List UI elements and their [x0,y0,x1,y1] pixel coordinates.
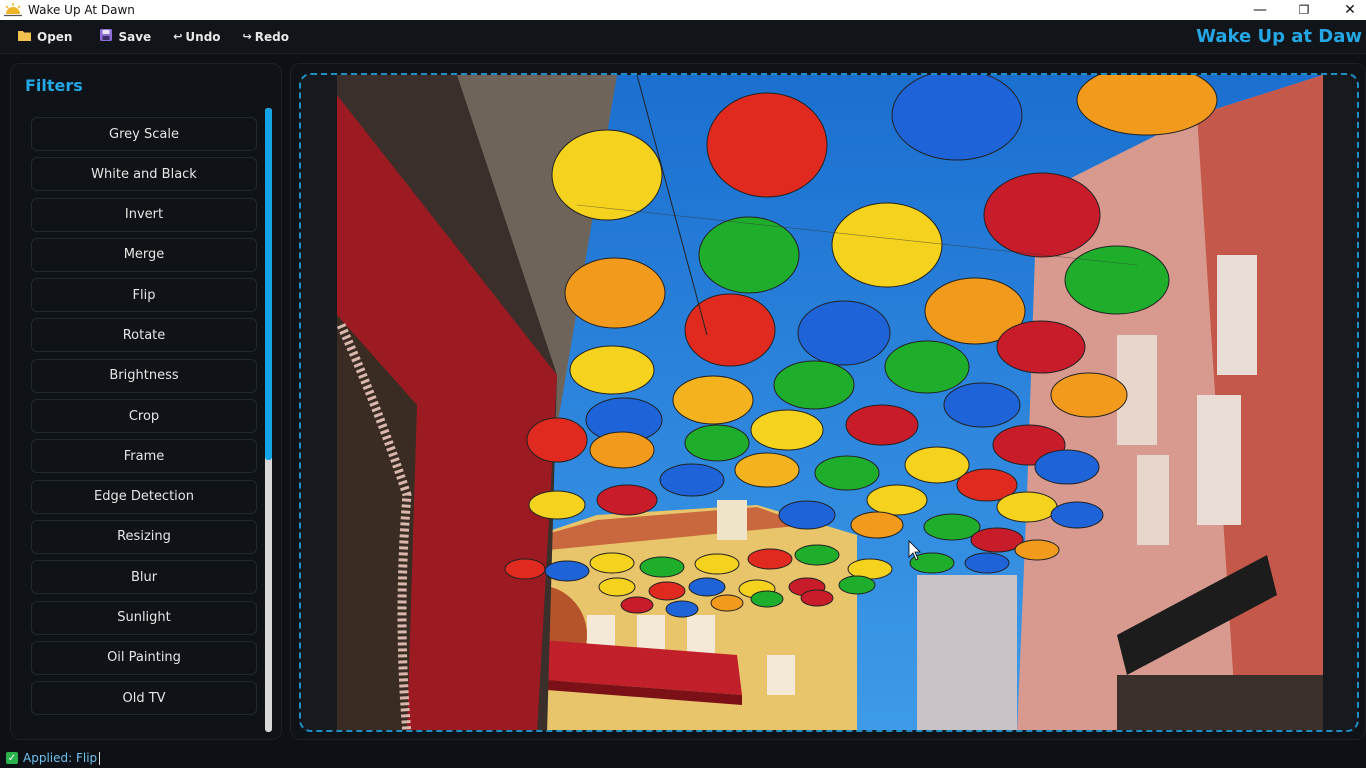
filter-crop-button[interactable]: Crop [31,399,257,434]
window-title: Wake Up At Dawn [28,3,135,17]
redo-label: Redo [254,29,289,44]
filter-merge-button[interactable]: Merge [31,237,257,272]
text-caret [99,751,101,765]
status-bar: ✓ Applied: Flip [0,748,1366,768]
title-bar: Wake Up At Dawn — ❐ ✕ [0,0,1366,20]
image-preview [337,75,1323,730]
filters-scrollbar[interactable] [265,108,272,732]
filter-rotate-button[interactable]: Rotate [31,318,257,353]
image-canvas-panel [290,63,1366,740]
filter-grey-scale-button[interactable]: Grey Scale [31,117,257,151]
undo-arrow-icon: ↩ [173,30,183,43]
filter-oil-painting-button[interactable]: Oil Painting [31,640,257,675]
filters-title: Filters [25,76,83,95]
image-drop-frame[interactable] [299,73,1359,732]
filter-old-tv-button[interactable]: Old TV [31,681,257,716]
filter-brightness-button[interactable]: Brightness [31,358,257,393]
status-text: Applied: Flip [23,751,98,765]
open-button[interactable]: Open [8,25,82,49]
undo-label: Undo [185,29,221,44]
undo-button[interactable]: ↩ Undo [163,25,230,49]
filter-invert-button[interactable]: Invert [31,197,257,232]
close-button[interactable]: ✕ [1330,0,1366,20]
sunrise-icon [4,3,22,17]
floppy-icon [100,29,113,44]
toolbar: Open Save ↩ Undo ↪ Redo Wake Up at Daw [0,20,1366,54]
filter-list: Grey Scale White and Black Invert Merge … [31,117,257,721]
folder-icon [18,30,31,44]
open-label: Open [37,29,73,44]
filter-edge-detection-button[interactable]: Edge Detection [31,479,257,514]
save-label: Save [118,29,152,44]
filter-flip-button[interactable]: Flip [31,278,257,313]
redo-button[interactable]: ↪ Redo [233,25,299,49]
filter-resizing-button[interactable]: Resizing [31,519,257,554]
filter-frame-button[interactable]: Frame [31,439,257,474]
minimize-button[interactable]: — [1240,0,1280,20]
maximize-button[interactable]: ❐ [1284,0,1324,20]
filters-panel: Filters Grey Scale White and Black Inver… [10,63,282,740]
save-button[interactable]: Save [90,25,161,49]
redo-arrow-icon: ↪ [242,30,252,43]
filters-scrollbar-thumb[interactable] [265,108,272,460]
filter-blur-button[interactable]: Blur [31,560,257,595]
filter-sunlight-button[interactable]: Sunlight [31,600,257,635]
filter-white-and-black-button[interactable]: White and Black [31,157,257,192]
check-icon: ✓ [6,752,18,764]
app-brand-title: Wake Up at Daw [1196,26,1362,47]
